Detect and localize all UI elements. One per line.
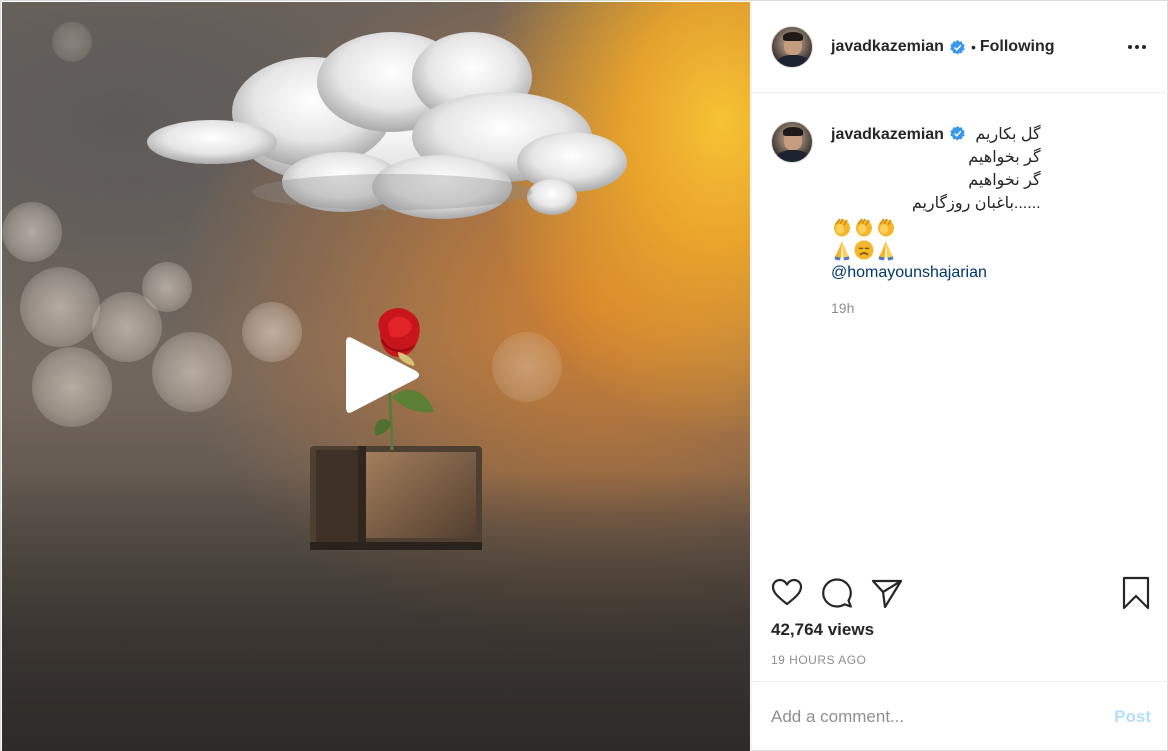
cloud-illustration xyxy=(147,32,627,219)
bokeh-light xyxy=(492,332,562,402)
view-count[interactable]: 42,764 views xyxy=(771,620,874,640)
comment-icon[interactable] xyxy=(820,576,854,610)
mention-link[interactable]: @homayounshajarian xyxy=(831,261,1041,284)
comment-input[interactable] xyxy=(771,706,1107,727)
separator-dot: • xyxy=(970,39,976,55)
bokeh-light xyxy=(32,347,112,427)
folded-hands-icon xyxy=(834,240,850,260)
caption-line: گر بخواهیم xyxy=(968,149,1041,166)
emoji-row xyxy=(831,215,1041,238)
bokeh-light xyxy=(20,267,100,347)
folded-hands-icon xyxy=(878,240,894,260)
caption-relative-time[interactable]: 19h xyxy=(831,297,1041,320)
author-username[interactable]: javadkazemian xyxy=(831,38,944,56)
action-bar xyxy=(752,566,1168,626)
following-button[interactable]: Following xyxy=(980,38,1055,56)
emoji-row xyxy=(831,238,1041,261)
comments-section: javadkazemian گل بکاریم گر بخواهیم گر نخ… xyxy=(752,93,1168,565)
play-icon[interactable] xyxy=(340,332,424,418)
wooden-planter-box xyxy=(310,446,482,550)
bokeh-light xyxy=(2,202,62,262)
verified-badge-icon xyxy=(950,126,965,141)
caption-comment: javadkazemian گل بکاریم گر بخواهیم گر نخ… xyxy=(771,121,1150,320)
bookmark-icon[interactable] xyxy=(1119,576,1153,610)
author-avatar[interactable] xyxy=(771,26,813,68)
caption-author-avatar[interactable] xyxy=(771,121,813,163)
bokeh-light xyxy=(142,262,192,312)
caption-line: گل بکاریم xyxy=(975,126,1041,143)
bokeh-light xyxy=(152,332,232,412)
caption-line: ......باغبان روزگاریم xyxy=(911,195,1041,212)
post-comment-button[interactable]: Post xyxy=(1114,707,1151,727)
post-container: javadkazemian • Following javadkazemian xyxy=(0,0,1168,751)
post-header: javadkazemian • Following xyxy=(752,2,1168,93)
verified-badge-icon xyxy=(950,39,965,55)
more-options-icon[interactable] xyxy=(1122,35,1152,59)
bokeh-light xyxy=(52,22,92,62)
clapping-hands-icon xyxy=(856,218,872,236)
post-side-panel: javadkazemian • Following javadkazemian xyxy=(751,2,1168,751)
caption-author-username[interactable]: javadkazemian xyxy=(831,126,944,143)
paper-plane-icon[interactable] xyxy=(870,576,904,610)
post-timestamp[interactable]: 19 HOURS AGO xyxy=(771,653,866,667)
post-video[interactable] xyxy=(2,2,750,751)
heart-icon[interactable] xyxy=(770,576,804,610)
bokeh-light xyxy=(242,302,302,362)
clapping-hands-icon xyxy=(834,218,850,236)
disappointed-face-icon xyxy=(854,240,874,259)
caption-line: گر نخواهیم xyxy=(968,172,1041,189)
add-comment-bar: Post xyxy=(752,681,1168,751)
caption-text: javadkazemian گل بکاریم گر بخواهیم گر نخ… xyxy=(831,121,1041,320)
clapping-hands-icon xyxy=(878,218,894,236)
